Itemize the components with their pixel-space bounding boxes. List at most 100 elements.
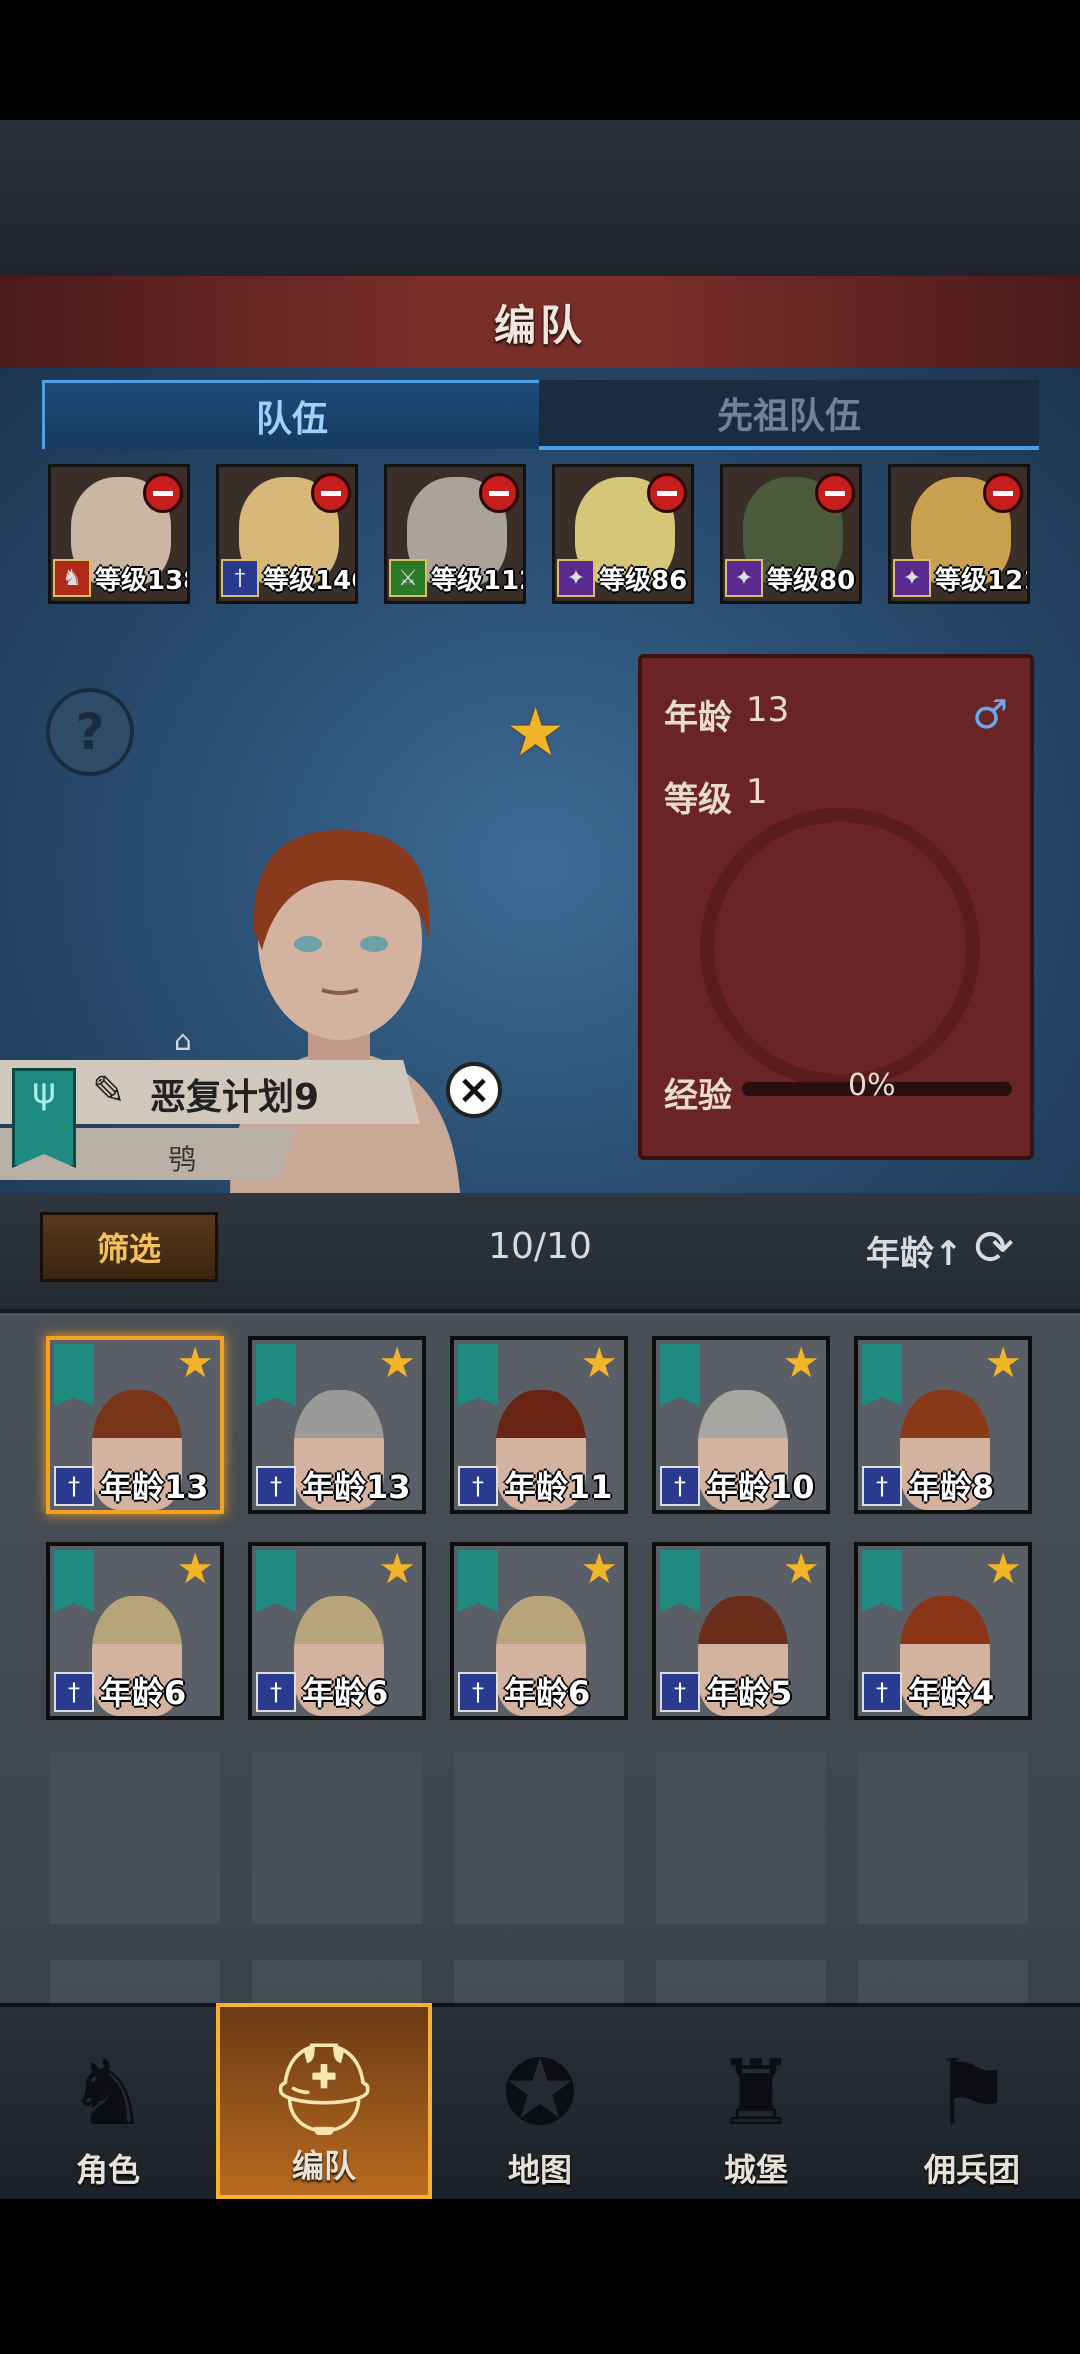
castle-icon: ♜ <box>715 2041 797 2146</box>
clan-flag-icon: ψ <box>12 1068 76 1168</box>
sword-icon: † <box>256 1466 296 1506</box>
remove-icon[interactable] <box>815 473 855 513</box>
remove-icon[interactable] <box>983 473 1023 513</box>
exp-percent: 0% <box>848 1068 896 1103</box>
remove-icon[interactable] <box>479 473 519 513</box>
roster-card[interactable]: ★ † 年龄6 <box>450 1542 628 1720</box>
nav-label: 佣兵团 <box>923 2151 1020 2189</box>
nav-castle[interactable]: ♜ 城堡 <box>648 2003 864 2199</box>
team-slot[interactable]: ✦ 等级86 <box>552 464 694 604</box>
remove-icon[interactable] <box>647 473 687 513</box>
age-label: 年龄5 <box>706 1674 793 1712</box>
mercenary-icon: ⚑ <box>931 2041 1013 2146</box>
empty-slot <box>252 1960 422 2003</box>
roster-card[interactable]: ★ † 年龄11 <box>450 1336 628 1514</box>
sword-icon: † <box>256 1672 296 1712</box>
hero-name[interactable]: 恶复计划9 <box>150 1068 319 1120</box>
star-icon: ★ <box>984 1338 1022 1387</box>
level-label: 等级138 <box>95 566 187 596</box>
clan-flag-icon <box>256 1550 296 1612</box>
sword-icon: † <box>54 1672 94 1712</box>
roster-card[interactable]: ★ † 年龄6 <box>46 1542 224 1720</box>
clan-flag-icon <box>862 1344 902 1406</box>
hero-title: 鸮 <box>168 1143 197 1176</box>
level-label: 等级146 <box>263 566 355 596</box>
tab-team[interactable]: 队伍 <box>42 380 542 449</box>
level-label: 等级121 <box>935 566 1027 596</box>
nav-formation[interactable]: ⛑ 编队 <box>216 2003 432 2199</box>
roster-card[interactable]: ★ † 年龄4 <box>854 1542 1032 1720</box>
remove-icon[interactable] <box>143 473 183 513</box>
age-label: 年龄11 <box>504 1468 613 1506</box>
team-slot[interactable]: † 等级146 <box>216 464 358 604</box>
clan-flag-icon <box>54 1344 94 1406</box>
class-icon: ✦ <box>725 559 763 597</box>
star-icon: ★ <box>378 1338 416 1387</box>
star-icon: ★ <box>176 1544 214 1593</box>
nav-character[interactable]: ♞ 角色 <box>0 2003 216 2199</box>
remove-icon[interactable] <box>311 473 351 513</box>
class-icon: ✦ <box>893 559 931 597</box>
sword-icon: † <box>660 1466 700 1506</box>
title-bar: 编队 <box>0 276 1080 372</box>
star-icon: ★ <box>782 1338 820 1387</box>
level-label: 等级112 <box>431 566 523 596</box>
help-button[interactable]: ? <box>46 688 134 776</box>
roster-card[interactable]: ★ † 年龄8 <box>854 1336 1032 1514</box>
clan-flag-icon <box>458 1550 498 1612</box>
celtic-knot-emblem <box>700 808 980 1088</box>
system-nav-area <box>0 2199 1080 2354</box>
sword-icon: † <box>54 1466 94 1506</box>
close-button[interactable]: × <box>446 1062 502 1118</box>
team-slot[interactable]: ✦ 等级80 <box>720 464 862 604</box>
edit-icon[interactable]: ✎ <box>92 1068 142 1118</box>
nav-label: 城堡 <box>723 2151 788 2189</box>
refresh-icon[interactable]: ⟳ <box>966 1220 1022 1276</box>
sort-button[interactable]: 年龄↑ <box>866 1226 963 1275</box>
nav-mercenary[interactable]: ⚑ 佣兵团 <box>864 2003 1080 2199</box>
tab-ancestor-team[interactable]: 先祖队伍 <box>539 380 1039 450</box>
team-slot[interactable]: ♞ 等级138 <box>48 464 190 604</box>
age-label: 年龄 <box>664 698 732 738</box>
star-icon: ★ <box>506 694 566 771</box>
star-icon: ★ <box>378 1544 416 1593</box>
roster-count: 10/10 <box>488 1226 592 1267</box>
clan-flag-icon <box>660 1550 700 1612</box>
knight-icon: ♞ <box>67 2041 149 2146</box>
roster-card[interactable]: ★ † 年龄6 <box>248 1542 426 1720</box>
clan-flag-icon <box>862 1550 902 1612</box>
roster-card[interactable]: ★ † 年龄13 <box>248 1336 426 1514</box>
sword-icon: † <box>862 1672 902 1712</box>
class-icon: † <box>221 559 259 597</box>
team-slot[interactable]: ✦ 等级121 <box>888 464 1030 604</box>
clan-flag-icon <box>458 1344 498 1406</box>
age-label: 年龄10 <box>706 1468 815 1506</box>
roster-card[interactable]: ★ † 年龄5 <box>652 1542 830 1720</box>
roster-card[interactable]: ★ † 年龄13 <box>46 1336 224 1514</box>
team-slot[interactable]: ⚔ 等级112 <box>384 464 526 604</box>
empty-slot <box>252 1752 422 1924</box>
age-value: 13 <box>746 690 790 730</box>
level-label: 等级80 <box>767 566 856 596</box>
level-label: 等级 <box>664 780 732 820</box>
empty-slot <box>454 1960 624 2003</box>
filter-button[interactable]: 筛选 <box>40 1212 218 1282</box>
sword-icon: † <box>862 1466 902 1506</box>
star-icon: ★ <box>984 1544 1022 1593</box>
nav-label: 编队 <box>291 2147 356 2185</box>
age-label: 年龄13 <box>100 1468 209 1506</box>
class-icon: ✦ <box>557 559 595 597</box>
age-label: 年龄13 <box>302 1468 411 1506</box>
empty-slot <box>858 1960 1028 2003</box>
empty-slot <box>656 1752 826 1924</box>
empty-slot <box>656 1960 826 2003</box>
empty-slot <box>50 1960 220 2003</box>
empty-slot <box>454 1752 624 1924</box>
nav-map[interactable]: ✪ 地图 <box>432 2003 648 2199</box>
class-icon: ♞ <box>53 559 91 597</box>
star-icon: ★ <box>580 1338 618 1387</box>
nav-label: 角色 <box>75 2151 140 2189</box>
clan-flag-icon <box>256 1344 296 1406</box>
star-icon: ★ <box>782 1544 820 1593</box>
roster-card[interactable]: ★ † 年龄10 <box>652 1336 830 1514</box>
